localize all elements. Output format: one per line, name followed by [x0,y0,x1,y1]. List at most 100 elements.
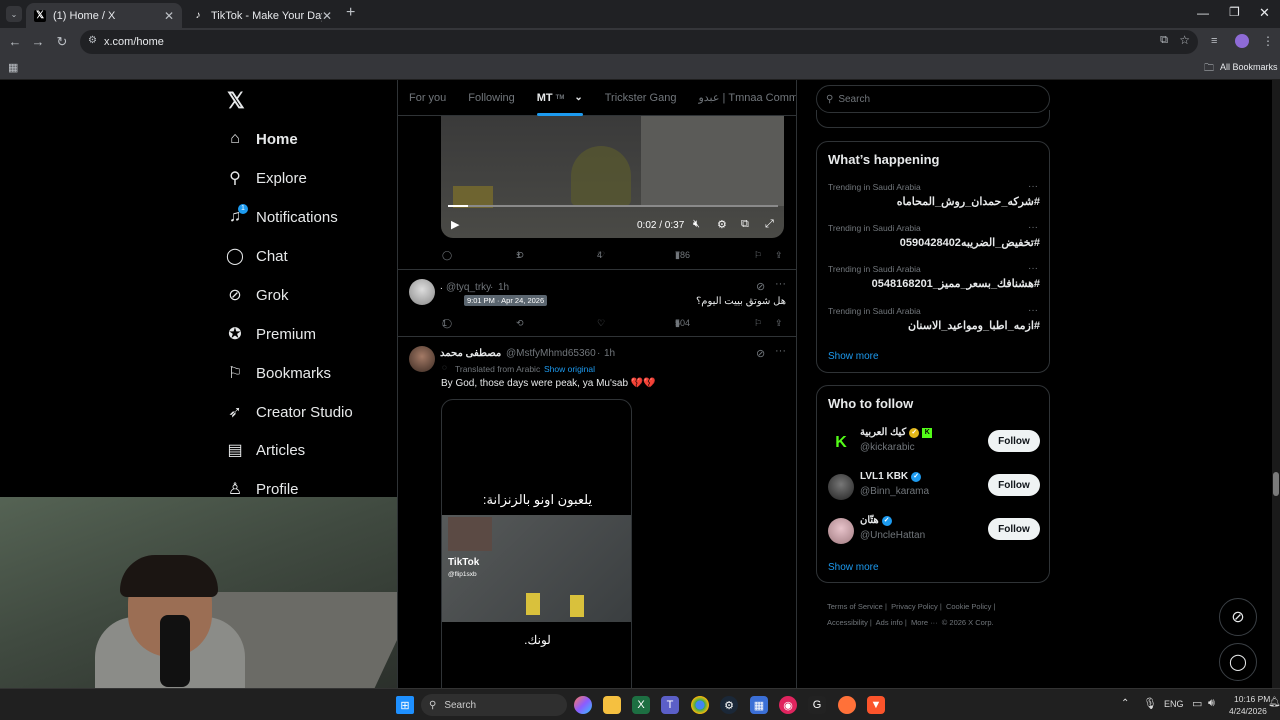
tab-for-you[interactable]: For you [409,80,446,116]
new-tab-button[interactable]: + [346,4,355,22]
close-tab-icon[interactable]: ✕ [322,9,332,23]
retweet-icon[interactable]: ⟲ [516,318,524,329]
footer-link[interactable]: Cookie Policy [946,602,991,611]
teams-icon[interactable]: T [661,696,679,714]
trend-item[interactable]: Trending in Saudi Arabia #هشنافك_بسعر_مم… [828,263,1040,290]
trend-item[interactable]: Trending in Saudi Arabia #ازمه_اطبا_وموا… [828,305,1040,332]
clock-date[interactable]: 4/24/2026 [1229,706,1267,716]
post-mstfy[interactable]: مصطفى محمد @MstfyMhmd65360 · 1h ⊘ ··· ◌ … [398,337,796,688]
post-handle[interactable]: @tyq_trky [446,282,491,293]
footer-link[interactable]: Ads info [876,618,903,627]
forward-icon[interactable]: → [26,34,50,49]
footer-link[interactable]: Privacy Policy [891,602,938,611]
scrollbar-thumb[interactable] [1273,472,1279,496]
back-icon[interactable]: ← [3,34,27,49]
share-icon[interactable]: ⇪ [775,250,783,261]
firefox-icon[interactable] [838,696,856,714]
tab-following[interactable]: Following [468,80,514,116]
post-time[interactable]: 1h [498,282,509,293]
follow-button[interactable]: Follow [988,474,1040,496]
avatar[interactable] [409,346,435,372]
fullscreen-icon[interactable]: ⤢ [765,218,774,231]
x-logo-icon[interactable]: 𝕏 [227,88,245,114]
install-app-icon[interactable]: ⧉ [1160,34,1168,47]
more-icon[interactable]: ··· [775,278,786,290]
nav-chat[interactable]: ◯ Chat [226,242,288,270]
post-handle[interactable]: @MstfyMhmd65360 [506,348,596,359]
avatar[interactable] [828,474,854,500]
reload-icon[interactable]: ↻ [50,34,74,50]
avatar[interactable] [409,279,435,305]
trend-item[interactable]: Trending in Saudi Arabia #تخفيض_الضريبه0… [828,222,1040,249]
retweet-button[interactable]: ⟲ 1 [516,250,524,260]
notification-center-icon[interactable]: 🔔︎ [1268,697,1280,708]
steam-icon[interactable]: ⚙ [720,696,738,714]
post-time[interactable]: 1h [604,348,615,359]
tab-trickster-gang[interactable]: Trickster Gang [605,80,677,116]
excel-icon[interactable]: X [632,696,650,714]
nav-explore[interactable]: ⚲ Explore [226,164,307,192]
chevron-down-icon[interactable]: ⌄ [574,92,582,103]
nav-premium[interactable]: ✪ Premium [226,320,316,348]
nav-creator-studio[interactable]: ➶ Creator Studio [226,398,352,426]
post-media[interactable]: يلعبون اونو بالزنزانة: TikTok @flip1sxb … [441,399,632,688]
app-g-icon[interactable]: G [808,696,826,714]
post-tyq[interactable]: . @tyq_trky · 1h 9:01 PM · Apr 24, 2026 … [398,270,796,337]
network-icon[interactable]: ▭ [1192,697,1202,710]
language-indicator[interactable]: ENG [1164,699,1184,709]
chat-fab-button[interactable]: ◯ [1219,643,1257,681]
nav-home[interactable]: ⌂ Home [226,125,298,153]
more-icon[interactable]: ··· [1028,181,1038,192]
show-more-link[interactable]: Show more [828,351,879,362]
tab-x-home[interactable]: 𝕏 (1) Home / X ✕ [26,3,182,28]
footer-link[interactable]: Terms of Service [827,602,883,611]
video-player[interactable]: ▶ 0:02 / 0:37 🔇︎ ⚙ ⧉ ⤢ [441,116,784,238]
app-red-icon[interactable]: ◉ [779,696,797,714]
mute-icon[interactable]: 🔇︎ [693,218,700,231]
windows-start-icon[interactable]: ⊞ [396,696,414,714]
bookmark-star-icon[interactable]: ☆ [1179,33,1190,47]
taskbar-search[interactable]: ⚲ Search [421,694,567,716]
more-icon[interactable]: ··· [775,345,786,357]
bookmark-icon[interactable]: ⚐ [754,318,762,329]
chevron-up-icon[interactable]: ⌃ [1121,698,1129,709]
follow-suggestion[interactable]: LVL1 KBK ✓ @Binn_karama Follow [828,471,1040,507]
reply-button[interactable]: ◯ 1 [442,318,452,328]
tab-search-button[interactable]: ⌄ [6,6,22,22]
tab-mt[interactable]: MT TM ⌄ [536,80,583,116]
follow-button[interactable]: Follow [988,430,1040,452]
pip-icon[interactable]: ⧉ [741,218,749,231]
apps-grid-icon[interactable]: ▦ [8,61,18,74]
more-icon[interactable]: ··· [1028,263,1038,274]
show-more-link[interactable]: Show more [828,562,879,573]
file-explorer-icon[interactable] [603,696,621,714]
grok-icon[interactable]: ⊘ [756,347,765,360]
nav-grok[interactable]: ⊘ Grok [226,281,288,309]
minimize-button[interactable]: — [1197,6,1209,20]
bookmark-icon[interactable]: ⚐ [754,250,762,261]
footer-link[interactable]: Accessibility [827,618,868,627]
address-bar[interactable]: ⚙ x.com/home ⧉ ☆ [80,30,1198,54]
play-icon[interactable]: ▶ [451,218,459,231]
follow-suggestion[interactable]: هتّان ✓ @UncleHattan Follow [828,515,1040,551]
close-tab-icon[interactable]: ✕ [164,9,174,23]
copilot-icon[interactable] [574,696,592,714]
chrome-icon[interactable] [691,696,709,714]
search-input[interactable]: ⚲ Search [816,85,1050,113]
trend-item[interactable]: Trending in Saudi Arabia #شركه_حمدان_روش… [828,181,1040,208]
settings-icon[interactable]: ⚙ [717,218,727,231]
all-bookmarks-link[interactable]: All Bookmarks [1220,62,1278,72]
nav-bookmarks[interactable]: ⚐ Bookmarks [226,359,331,387]
close-window-button[interactable]: ✕ [1259,5,1270,21]
share-icon[interactable]: ⇪ [775,318,783,329]
menu-kebab-icon[interactable]: ⋮ [1262,34,1274,48]
footer-link[interactable]: More ··· [911,618,938,627]
volume-icon[interactable]: 🔊︎ [1208,697,1215,710]
views-button[interactable]: ▮ 504 [675,318,690,328]
maximize-button[interactable]: ❐ [1229,5,1240,19]
more-icon[interactable]: ··· [1028,222,1038,233]
avatar[interactable]: K [828,430,854,456]
views-button[interactable]: ▮ 786 [675,250,690,260]
follow-button[interactable]: Follow [988,518,1040,540]
reply-icon[interactable]: ◯ [442,250,452,261]
